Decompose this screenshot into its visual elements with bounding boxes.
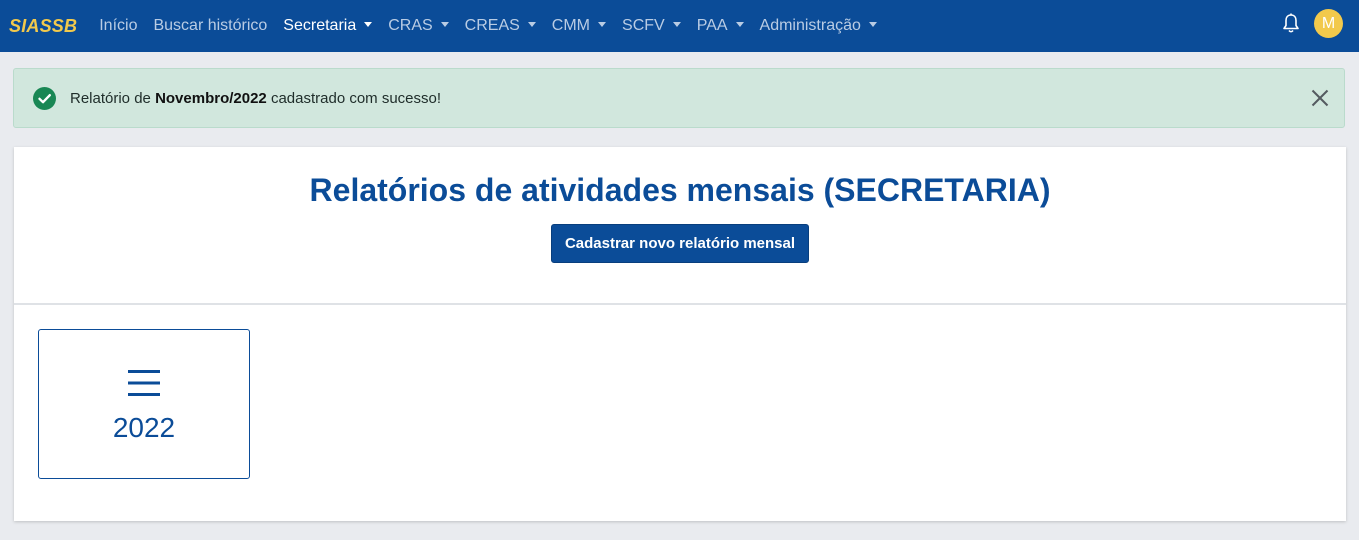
reports-card: Relatórios de atividades mensais (SECRET… xyxy=(14,147,1346,521)
nav-item-label: SCFV xyxy=(622,17,665,34)
caret-down-icon xyxy=(527,22,536,27)
caret-down-icon xyxy=(672,22,681,27)
check-circle-icon xyxy=(33,86,56,110)
nav-item-paa[interactable]: PAA xyxy=(697,17,744,35)
avatar[interactable]: M xyxy=(1314,9,1343,38)
caret-down-icon xyxy=(735,22,744,27)
year-label: 2022 xyxy=(112,412,176,443)
nav-item-secretaria[interactable]: Secretaria xyxy=(283,17,373,35)
nav-item-label: Secretaria xyxy=(283,17,357,34)
caret-down-icon xyxy=(440,22,449,27)
nav-item-administracao[interactable]: Administração xyxy=(760,17,877,35)
nav-item-label: Administração xyxy=(759,17,861,34)
year-card-2022[interactable]: 2022 xyxy=(38,329,250,479)
nav-item-buscar-historico[interactable]: Buscar histórico xyxy=(153,17,267,35)
nav-item-cmm[interactable]: CMM xyxy=(551,17,607,35)
nav-item-cras[interactable]: CRAS xyxy=(388,17,449,35)
nav-item-label: PAA xyxy=(696,17,728,34)
nav-item-label: Início xyxy=(99,17,138,34)
nav-item-inicio[interactable]: Início xyxy=(99,17,137,35)
caret-down-icon xyxy=(598,22,607,27)
top-navbar: SIASSB Início Buscar histórico Secretari… xyxy=(0,0,1359,52)
bell-icon[interactable] xyxy=(1280,13,1302,35)
brand-logo[interactable]: SIASSB xyxy=(9,16,77,37)
close-icon[interactable] xyxy=(1310,88,1330,108)
alert-highlight: Novembro/2022 xyxy=(155,89,267,107)
new-report-button[interactable]: Cadastrar novo relatório mensal xyxy=(550,224,810,263)
navbar-right: M xyxy=(1280,9,1343,38)
success-alert: Relatório de Novembro/2022 cadastrado co… xyxy=(13,68,1345,128)
alert-suffix: cadastrado com sucesso! xyxy=(266,89,442,107)
nav-item-label: CRAS xyxy=(388,17,433,34)
card-header: Relatórios de atividades mensais (SECRET… xyxy=(14,147,1346,305)
nav-item-label: Buscar histórico xyxy=(153,17,268,34)
list-icon xyxy=(39,368,249,402)
nav-item-creas[interactable]: CREAS xyxy=(465,17,536,35)
alert-message: Relatório de Novembro/2022 cadastrado co… xyxy=(70,90,441,107)
caret-down-icon xyxy=(868,22,877,27)
nav-item-label: CMM xyxy=(551,17,591,34)
nav-item-scfv[interactable]: SCFV xyxy=(622,17,681,35)
nav-item-label: CREAS xyxy=(464,17,520,34)
alert-prefix: Relatório de xyxy=(70,89,156,107)
page-title: Relatórios de atividades mensais (SECRET… xyxy=(309,172,1051,208)
caret-down-icon xyxy=(364,22,373,27)
